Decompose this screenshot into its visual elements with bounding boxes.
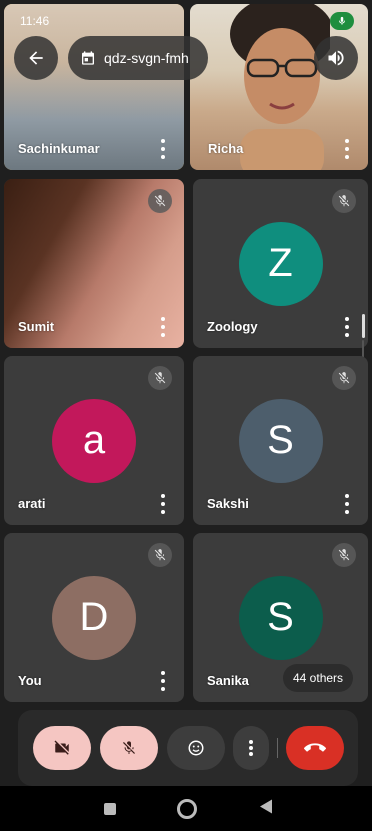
participant-tile-sakshi[interactable]: S Sakshi bbox=[193, 356, 368, 525]
tile-more-button[interactable] bbox=[340, 139, 354, 159]
square-icon bbox=[104, 802, 116, 815]
tile-more-button[interactable] bbox=[340, 317, 354, 337]
participant-tile-you[interactable]: D You bbox=[4, 533, 184, 702]
circle-icon bbox=[177, 798, 197, 819]
hang-up-button[interactable] bbox=[286, 726, 344, 770]
participant-tile-sanika[interactable]: S Sanika 44 others bbox=[193, 533, 368, 702]
camera-off-icon bbox=[54, 740, 69, 755]
muted-badge bbox=[148, 543, 172, 567]
others-chip[interactable]: 44 others bbox=[283, 664, 354, 692]
muted-badge bbox=[332, 189, 356, 213]
mic-active-indicator bbox=[330, 12, 354, 30]
call-controls-bar bbox=[18, 710, 358, 786]
avatar: Z bbox=[238, 221, 323, 306]
participant-tile-zoology[interactable]: Z Zoology bbox=[193, 179, 368, 348]
participant-name: Sanika bbox=[207, 673, 249, 688]
tile-more-button[interactable] bbox=[340, 494, 354, 514]
mic-active-icon bbox=[339, 16, 345, 25]
participant-name: arati bbox=[18, 496, 46, 511]
participant-name: Zoology bbox=[207, 319, 258, 334]
reactions-button[interactable] bbox=[167, 726, 225, 770]
emoji-icon bbox=[188, 740, 204, 756]
home-button[interactable] bbox=[177, 798, 197, 819]
avatar: S bbox=[238, 575, 323, 660]
tile-more-button[interactable] bbox=[156, 494, 170, 514]
muted-badge bbox=[148, 189, 172, 213]
participant-tile-arati[interactable]: a arati bbox=[4, 356, 184, 525]
avatar: D bbox=[52, 575, 136, 660]
tile-more-button[interactable] bbox=[156, 139, 170, 159]
participant-tile-sachinkumar[interactable]: Sachinkumar bbox=[4, 4, 184, 170]
meeting-code-chip[interactable]: qdz-svgn-fmh bbox=[68, 36, 208, 80]
participant-face bbox=[230, 4, 330, 170]
mic-off-icon bbox=[154, 549, 166, 561]
speaker-icon bbox=[328, 50, 344, 66]
tile-more-button[interactable] bbox=[156, 317, 170, 337]
back-nav-button[interactable] bbox=[259, 798, 273, 819]
hang-up-icon bbox=[304, 743, 326, 752]
back-arrow-icon bbox=[29, 51, 43, 65]
avatar: S bbox=[238, 398, 323, 483]
triangle-back-icon bbox=[260, 799, 272, 813]
tile-more-button[interactable] bbox=[156, 671, 170, 691]
avatar: a bbox=[52, 398, 136, 483]
participant-name: You bbox=[18, 673, 42, 688]
recents-button[interactable] bbox=[104, 802, 116, 815]
participant-tile-sumit[interactable]: Sumit bbox=[4, 179, 184, 348]
mic-off-icon bbox=[338, 195, 350, 207]
mic-off-icon bbox=[338, 372, 350, 384]
mic-off-icon bbox=[123, 741, 135, 754]
participant-name: Sachinkumar bbox=[18, 141, 100, 156]
grid-scrollbar[interactable] bbox=[362, 314, 365, 338]
muted-badge bbox=[148, 366, 172, 390]
speaker-button[interactable] bbox=[314, 36, 358, 80]
participant-name: Richa bbox=[208, 141, 244, 156]
back-button[interactable] bbox=[14, 36, 58, 80]
controls-divider bbox=[277, 738, 278, 758]
more-vertical-icon bbox=[244, 740, 258, 756]
muted-badge bbox=[332, 543, 356, 567]
mic-toggle-button[interactable] bbox=[100, 726, 158, 770]
participant-name: Sumit bbox=[18, 319, 55, 334]
mic-off-icon bbox=[338, 549, 350, 561]
system-navigation-bar bbox=[0, 786, 372, 831]
more-options-button[interactable] bbox=[233, 726, 269, 770]
calendar-icon bbox=[82, 51, 94, 65]
muted-badge bbox=[332, 366, 356, 390]
others-count: 44 others bbox=[293, 671, 344, 685]
participant-name: Sakshi bbox=[207, 496, 249, 511]
mic-off-icon bbox=[154, 195, 166, 207]
mic-off-icon bbox=[154, 372, 166, 384]
meeting-code: qdz-svgn-fmh bbox=[104, 50, 189, 66]
status-time: 11:46 bbox=[20, 14, 50, 28]
camera-toggle-button[interactable] bbox=[33, 726, 91, 770]
